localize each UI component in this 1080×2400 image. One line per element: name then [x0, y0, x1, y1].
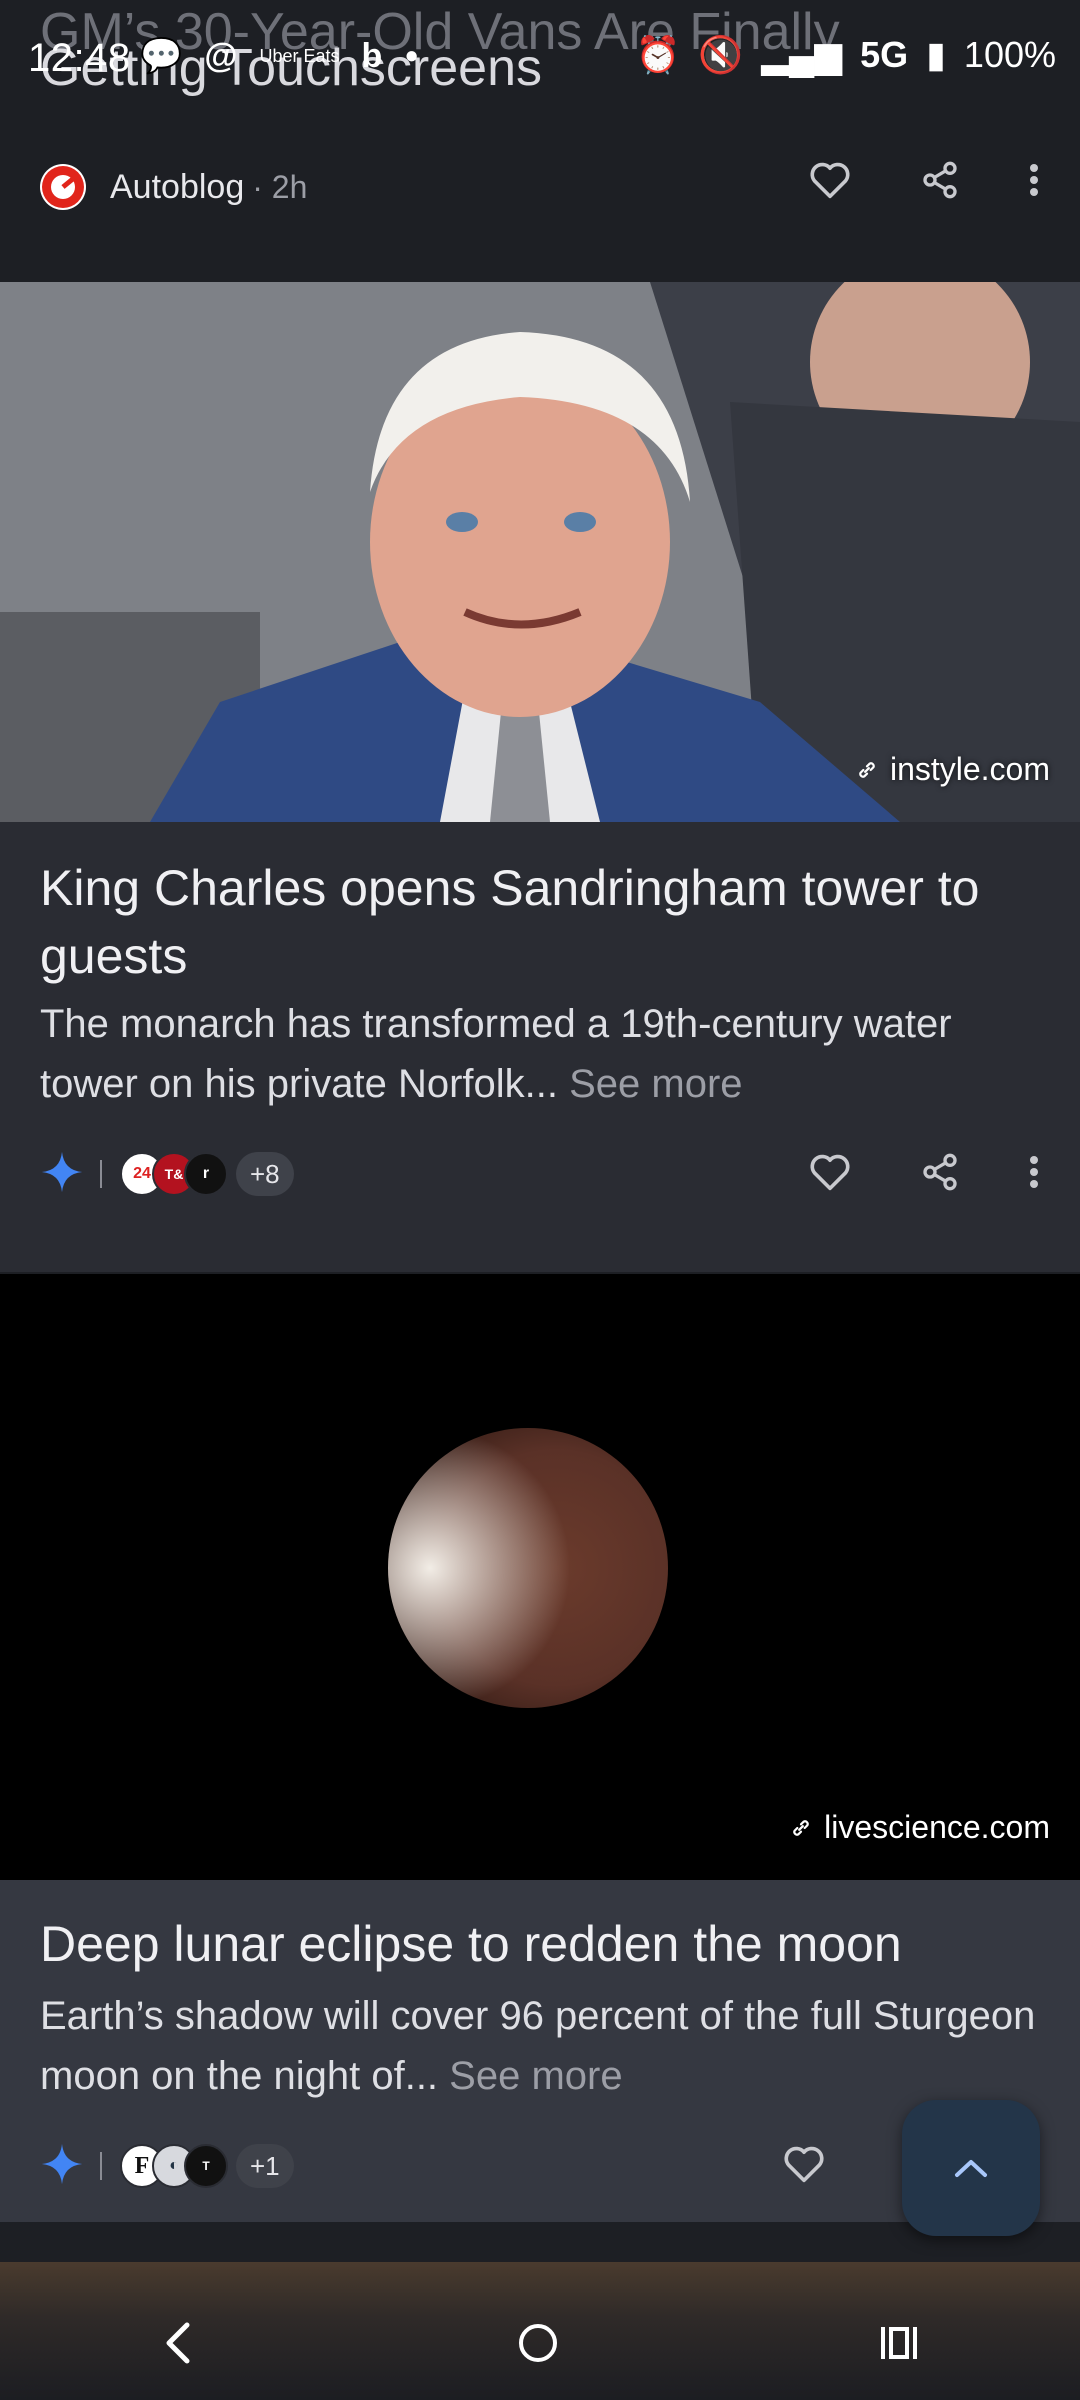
more-vert-icon[interactable]	[1028, 1154, 1040, 1190]
chat-notification-icon: 💬	[140, 37, 183, 75]
autoblog-logo-icon	[40, 164, 86, 210]
more-notifications-dot-icon: ●	[404, 42, 419, 69]
notification-icons: 💬 @ Uber Eats b ●	[140, 36, 419, 76]
divider	[100, 2152, 102, 2180]
status-bar: 12:48 💬 @ Uber Eats b ● ⏰ 🔇 ▂▄▆ 5G ▮ 100…	[0, 0, 1080, 110]
image-source-chip[interactable]: livescience.com	[790, 1809, 1050, 1846]
r-avatar-icon: r	[184, 1152, 228, 1196]
source-time: · 2h	[252, 168, 308, 205]
system-navigation-bar	[0, 2290, 1080, 2400]
recents-icon	[881, 2326, 918, 2359]
sparkle-icon[interactable]	[40, 1150, 84, 1199]
divider	[100, 1160, 102, 1188]
portrait-illustration	[0, 282, 1080, 822]
article-actions	[808, 1152, 1040, 1192]
link-icon	[859, 761, 875, 778]
source-avatars[interactable]: F ◐ T +1	[120, 2144, 294, 2188]
previous-actions	[808, 160, 1040, 200]
article-card-king-charles[interactable]: King Charles opens Sandringham tower to …	[0, 822, 1080, 1272]
bing-icon: b	[361, 36, 383, 75]
image-source-chip[interactable]: instyle.com	[856, 751, 1050, 788]
share-icon[interactable]	[920, 1152, 960, 1192]
battery-level: 100%	[963, 34, 1056, 75]
image-source-domain: livescience.com	[824, 1809, 1050, 1845]
article-title[interactable]: King Charles opens Sandringham tower to …	[40, 854, 1040, 990]
source-name[interactable]: Autoblog	[110, 168, 244, 207]
see-more-link[interactable]: See more	[449, 2054, 622, 2098]
signal-icon: ▂▄▆	[761, 34, 843, 75]
article-image-lunar-eclipse[interactable]: livescience.com	[0, 1274, 1080, 1880]
description-text: The monarch has transformed a 19th-centu…	[40, 1002, 952, 1106]
sparkle-icon[interactable]	[40, 2142, 84, 2191]
uber-eats-icon: Uber Eats	[259, 46, 340, 66]
scroll-to-top-button[interactable]	[902, 2100, 1040, 2236]
article-description: The monarch has transformed a 19th-centu…	[40, 994, 1040, 1114]
article-description: Earth’s shadow will cover 96 percent of …	[40, 1986, 1040, 2106]
system-icons: ⏰ 🔇 ▂▄▆ 5G ▮ 100%	[636, 34, 1056, 76]
heart-icon[interactable]	[808, 1152, 852, 1192]
link-icon	[793, 1819, 809, 1836]
network-label: 5G	[860, 34, 909, 75]
see-more-link[interactable]: See more	[569, 1062, 742, 1106]
tv-avatar-icon: T	[184, 2144, 228, 2188]
moon-illustration	[388, 1428, 668, 1708]
article-actions	[782, 2144, 826, 2184]
share-icon[interactable]	[920, 160, 960, 200]
image-source-domain: instyle.com	[889, 751, 1050, 787]
back-button[interactable]	[159, 2319, 199, 2372]
threads-icon: @	[204, 36, 238, 75]
article-meta-row: F ◐ T +1	[40, 2138, 1040, 2194]
recents-button[interactable]	[877, 2323, 921, 2368]
more-vert-icon[interactable]	[1028, 162, 1040, 198]
heart-icon[interactable]	[782, 2144, 826, 2184]
chevron-up-icon	[955, 2160, 987, 2177]
back-icon	[166, 2322, 190, 2363]
home-button[interactable]	[516, 2321, 560, 2370]
battery-icon: ▮	[926, 34, 946, 75]
more-sources-count: +1	[236, 2144, 294, 2188]
article-image-king-charles[interactable]: instyle.com	[0, 282, 1080, 822]
more-sources-count: +8	[236, 1152, 294, 1196]
heart-icon[interactable]	[808, 160, 852, 200]
alarm-icon: ⏰	[635, 34, 681, 75]
source-avatars[interactable]: 24 T& r +8	[120, 1152, 294, 1196]
article-title[interactable]: Deep lunar eclipse to redden the moon	[40, 1910, 1040, 1978]
mute-icon: 🔇	[698, 34, 744, 75]
status-time: 12:48	[28, 36, 131, 80]
home-icon	[518, 2323, 557, 2362]
